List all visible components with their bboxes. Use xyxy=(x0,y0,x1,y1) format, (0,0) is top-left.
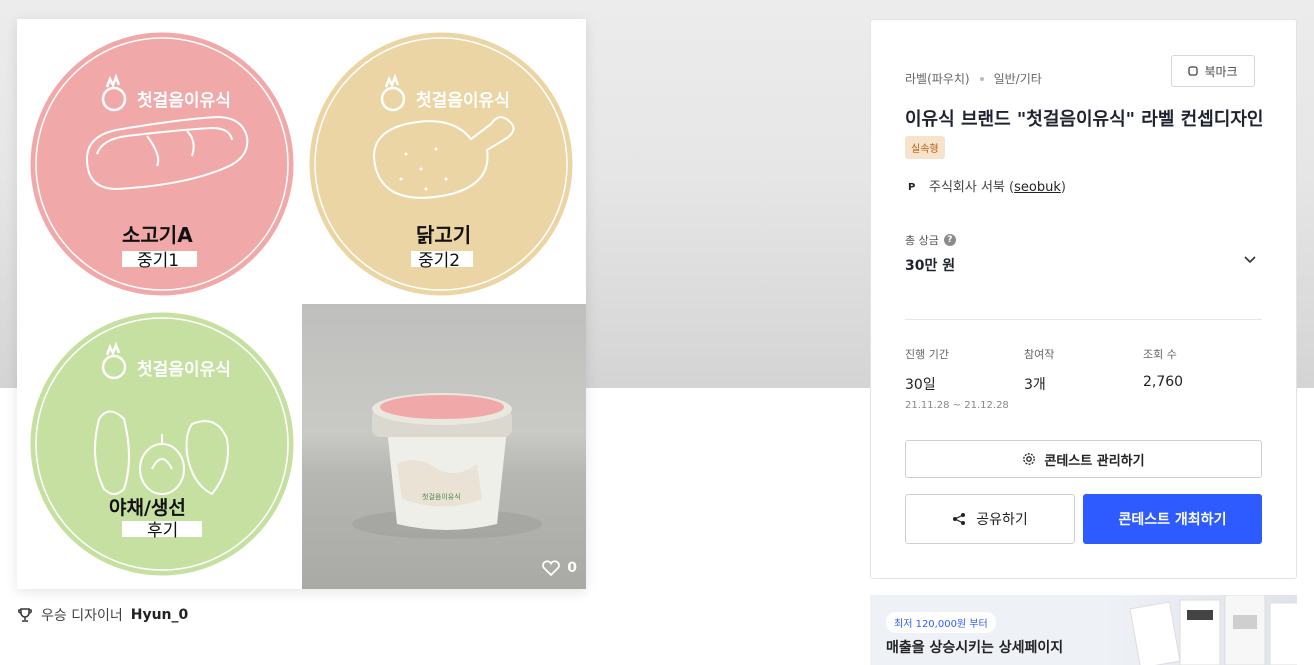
bookmark-button[interactable]: 북마크 xyxy=(1171,55,1255,87)
label-design-beef: 첫걸음이유식 소고기A 중기1 xyxy=(27,29,297,303)
divider xyxy=(905,319,1262,320)
prize-value: 30만 원 xyxy=(905,258,956,274)
ad-banner[interactable]: 최저 120,000원 부터 매출을 상승시키는 상세페이지 xyxy=(870,595,1297,665)
stat-entries-label: 참여작 xyxy=(1024,348,1055,361)
stat-views-label: 조회 수 xyxy=(1143,348,1177,361)
help-icon[interactable]: ? xyxy=(943,234,956,246)
vegetable-brand-text: 첫걸음이유식 xyxy=(137,359,231,380)
contest-title: 이유식 브랜드 "첫걸음이유식" 라벨 컨셉디자인 xyxy=(905,109,1264,130)
bookmark-icon xyxy=(1188,66,1199,76)
trophy-icon xyxy=(17,608,33,622)
prize-label: 총 상금 ? xyxy=(905,232,956,248)
company-close-paren: ) xyxy=(1060,180,1066,195)
design-gallery-card[interactable]: 첫걸음이유식 소고기A 중기1 첫걸음이유식 닭고기 중기2 첫걸음이유식 야채… xyxy=(17,19,586,589)
tier-badge: 실속형 xyxy=(905,136,945,159)
ad-artwork xyxy=(1129,595,1297,665)
company-logo-icon: P xyxy=(905,178,919,193)
host-contest-label: 콘테스트 개최하기 xyxy=(1118,512,1227,528)
beef-name-text: 소고기A xyxy=(122,223,193,247)
svg-text:P: P xyxy=(908,182,915,193)
manage-contest-label: 콘테스트 관리하기 xyxy=(1044,453,1145,469)
vegetable-name-text: 야채/생선 xyxy=(109,497,186,519)
stat-views: 조회 수 2,760 xyxy=(1143,346,1183,390)
stat-duration-value: 30일 xyxy=(905,377,936,393)
stat-duration-range: 21.11.28 ~ 21.12.28 xyxy=(905,400,1009,411)
cup-photo-illustration: 첫걸음이유식 xyxy=(352,393,542,539)
chicken-stage-text: 중기2 xyxy=(418,251,460,271)
ad-price-chip: 최저 120,000원 부터 xyxy=(886,612,996,633)
beef-stage-text: 중기1 xyxy=(137,251,179,271)
gear-icon xyxy=(1023,453,1036,465)
category-label[interactable]: 라벨(파우치) xyxy=(905,70,970,87)
company-name: 주식회사 서북 ( xyxy=(929,180,1015,195)
beef-label-circle: 첫걸음이유식 소고기A 중기1 xyxy=(27,29,297,299)
chicken-brand-text: 첫걸음이유식 xyxy=(416,90,510,111)
product-photo: 첫걸음이유식 0 xyxy=(302,304,586,589)
ad-title: 매출을 상승시키는 상세페이지 xyxy=(886,640,1064,656)
contest-info-card: 라벨(파우치) 일반/기타 북마크 이유식 브랜드 "첫걸음이유식" 라벨 컨셉… xyxy=(870,19,1297,579)
share-icon xyxy=(953,513,966,525)
vegetable-stage-text: 후기 xyxy=(147,521,178,541)
label-design-chicken: 첫걸음이유식 닭고기 중기2 xyxy=(306,29,576,303)
subcategory-label[interactable]: 일반/기타 xyxy=(994,70,1042,87)
category-breadcrumb: 라벨(파우치) 일반/기타 xyxy=(905,70,1042,87)
stat-duration-label: 진행 기간 xyxy=(905,348,949,361)
heart-icon xyxy=(542,560,561,577)
share-label: 공유하기 xyxy=(976,512,1028,528)
stat-entries-value: 3개 xyxy=(1024,377,1046,393)
like-button[interactable]: 0 xyxy=(541,559,577,577)
manage-contest-button[interactable]: 콘테스트 관리하기 xyxy=(905,440,1262,478)
vegetable-label-circle: 첫걸음이유식 야채/생선 후기 xyxy=(27,309,297,579)
company-info: P 주식회사 서북 (seobuk) xyxy=(905,176,1066,195)
chevron-down-icon[interactable] xyxy=(1243,252,1257,266)
chicken-name-text: 닭고기 xyxy=(416,223,471,247)
stat-entries: 참여작 3개 xyxy=(1024,346,1054,394)
label-design-vegetable-fish: 첫걸음이유식 야채/생선 후기 xyxy=(27,309,297,583)
cup-brand-text: 첫걸음이유식 xyxy=(422,492,461,501)
host-contest-button[interactable]: 콘테스트 개최하기 xyxy=(1083,494,1262,544)
like-count: 0 xyxy=(567,560,577,576)
winner-name[interactable]: Hyun_0 xyxy=(131,607,189,623)
winner-designer: 우승 디자이너 Hyun_0 xyxy=(17,605,188,625)
prize-label-text: 총 상금 xyxy=(905,234,939,247)
stat-duration: 진행 기간 30일 21.11.28 ~ 21.12.28 xyxy=(905,346,1009,411)
company-handle-link[interactable]: seobuk xyxy=(1014,180,1061,195)
beef-brand-text: 첫걸음이유식 xyxy=(137,90,231,111)
share-button[interactable]: 공유하기 xyxy=(905,494,1075,544)
separator-dot xyxy=(979,76,984,81)
winner-prefix: 우승 디자이너 xyxy=(41,608,123,624)
bookmark-label: 북마크 xyxy=(1204,64,1238,79)
chicken-label-circle: 첫걸음이유식 닭고기 중기2 xyxy=(306,29,576,299)
stat-views-value: 2,760 xyxy=(1143,374,1184,390)
